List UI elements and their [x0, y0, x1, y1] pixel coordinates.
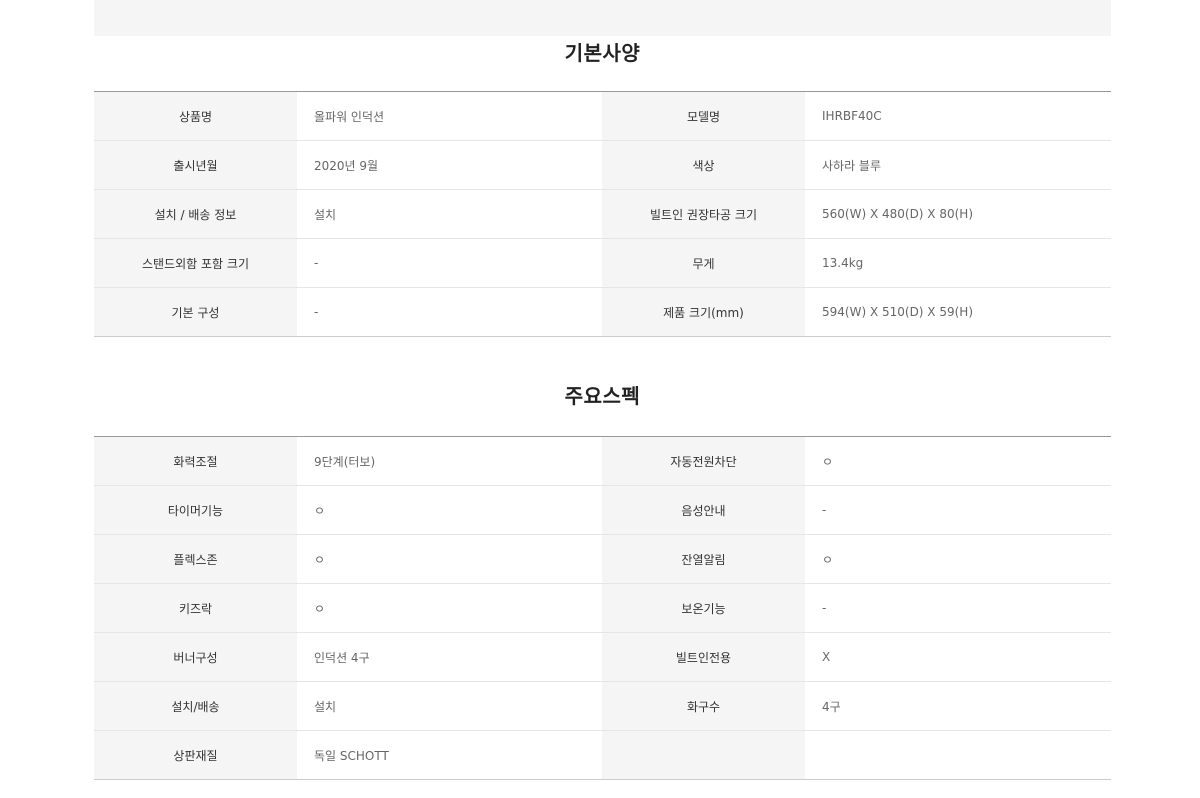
section-title-main-spec: 주요스펙 — [564, 384, 641, 408]
spec-label: 제품 크기(mm) — [602, 287, 805, 337]
table-row: 키즈락 ㅇ 보온기능 - — [94, 583, 1111, 633]
spec-label: 화구수 — [602, 681, 805, 731]
table-row: 상품명 올파워 인덕션 모델명 IHRBF40C — [94, 91, 1111, 141]
basic-spec-section: 기본사양 상품명 올파워 인덕션 모델명 IHRBF40C 출시년월 2020년… — [94, 37, 1111, 337]
main-spec-section: 주요스펙 화력조절 9단계(터보) 자동전원차단 ㅇ 타이머기능 ㅇ 음성안내 … — [94, 380, 1111, 780]
spec-value: - — [805, 485, 1111, 535]
spec-value: 독일 SCHOTT — [314, 748, 389, 763]
spec-label: 키즈락 — [94, 583, 297, 633]
spec-label: 플렉스존 — [94, 534, 297, 584]
spec-value: 인덕션 4구 — [297, 632, 602, 682]
spec-label: 음성안내 — [602, 485, 805, 535]
basic-spec-table: 상품명 올파워 인덕션 모델명 IHRBF40C 출시년월 2020년 9월 색… — [94, 91, 1111, 337]
spec-value: 9단계(터보) — [297, 436, 602, 486]
spec-value: ㅇ — [297, 583, 602, 633]
table-row: 플렉스존 ㅇ 잔열알림 ㅇ — [94, 534, 1111, 584]
spec-label: 버너구성 — [94, 632, 297, 682]
spec-value: ㅇ — [297, 534, 602, 584]
spec-value: X — [805, 632, 1111, 682]
spec-value: 13.4kg — [805, 238, 1111, 288]
spec-value: IHRBF40C — [805, 91, 1111, 141]
spec-value: ㅇ — [297, 485, 602, 535]
table-row: 버너구성 인덕션 4구 빌트인전용 X — [94, 632, 1111, 682]
spec-label: 타이머기능 — [94, 485, 297, 535]
spec-label: 빌트인 권장타공 크기 — [602, 189, 805, 239]
spec-value: 560(W) X 480(D) X 80(H) — [805, 189, 1111, 239]
spec-label: 화력조절 — [94, 436, 297, 486]
table-row: 화력조절 9단계(터보) 자동전원차단 ㅇ — [94, 436, 1111, 486]
spec-label: 설치/배송 — [94, 681, 297, 731]
spec-value: - — [805, 583, 1111, 633]
spec-value: 4구 — [805, 681, 1111, 731]
spec-label: 색상 — [602, 140, 805, 190]
spec-value: 올파워 인덕션 — [297, 91, 602, 141]
table-row: 출시년월 2020년 9월 색상 사하라 블루 — [94, 140, 1111, 190]
spec-value: 594(W) X 510(D) X 59(H) — [822, 305, 973, 319]
spec-value: ㅇ — [805, 436, 1111, 486]
table-row: 타이머기능 ㅇ 음성안내 - — [94, 485, 1111, 535]
spec-value: 설치 — [297, 681, 602, 731]
spec-label — [602, 730, 805, 780]
spec-label: 무게 — [602, 238, 805, 288]
table-row: 스탠드외함 포함 크기 - 무게 13.4kg — [94, 238, 1111, 288]
spec-label: 상품명 — [94, 91, 297, 141]
top-band — [94, 0, 1111, 36]
main-spec-table: 화력조절 9단계(터보) 자동전원차단 ㅇ 타이머기능 ㅇ 음성안내 - 플렉스… — [94, 436, 1111, 780]
spec-value — [805, 731, 1111, 780]
table-row: 기본 구성 - 제품 크기(mm) 594(W) X 510(D) X 59(H… — [94, 287, 1111, 337]
spec-value: 2020년 9월 — [297, 140, 602, 190]
spec-value: 설치 — [297, 189, 602, 239]
table-row: 상판재질 독일 SCHOTT — [94, 730, 1111, 780]
spec-label: 상판재질 — [94, 730, 297, 780]
spec-label: 자동전원차단 — [602, 436, 805, 486]
spec-label: 기본 구성 — [94, 287, 297, 337]
spec-label: 보온기능 — [602, 583, 805, 633]
spec-value: - — [297, 238, 602, 288]
spec-label: 스탠드외함 포함 크기 — [94, 238, 297, 288]
section-title-basic-spec: 기본사양 — [564, 41, 641, 65]
spec-label: 잔열알림 — [602, 534, 805, 584]
spec-value: ㅇ — [805, 534, 1111, 584]
spec-label: 빌트인전용 — [602, 632, 805, 682]
spec-value: 사하라 블루 — [805, 140, 1111, 190]
spec-label: 모델명 — [602, 91, 805, 141]
spec-label: 설치 / 배송 정보 — [94, 189, 297, 239]
table-row: 설치 / 배송 정보 설치 빌트인 권장타공 크기 560(W) X 480(D… — [94, 189, 1111, 239]
spec-label: 출시년월 — [94, 140, 297, 190]
spec-value: - — [314, 305, 319, 319]
table-row: 설치/배송 설치 화구수 4구 — [94, 681, 1111, 731]
